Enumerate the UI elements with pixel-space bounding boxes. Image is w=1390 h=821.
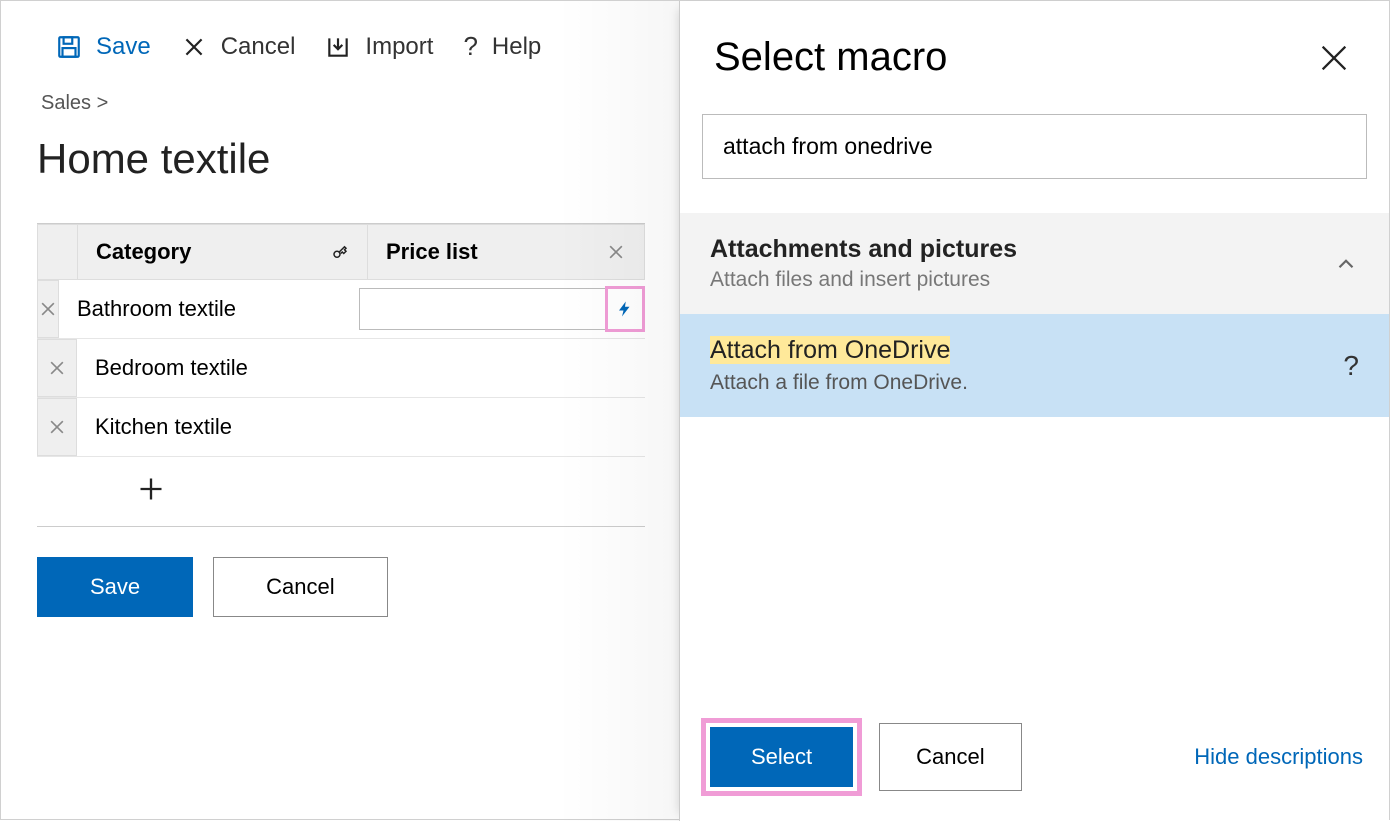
- help-label: Help: [492, 33, 541, 61]
- breadcrumb-parent: Sales: [41, 92, 91, 114]
- delete-row-button[interactable]: [37, 398, 77, 456]
- group-title: Attachments and pictures: [710, 235, 1017, 264]
- macro-item-title: Attach from OneDrive: [710, 336, 968, 365]
- close-icon: [181, 34, 207, 60]
- category-grid: Category Price list Bathroom textile: [37, 224, 645, 526]
- macro-help-icon[interactable]: ?: [1343, 350, 1359, 382]
- main-area: Save Cancel Import ? Help Sales > Home t…: [1, 1, 681, 821]
- group-description: Attach files and insert pictures: [710, 268, 1017, 292]
- close-icon: [47, 358, 67, 378]
- cancel-label: Cancel: [221, 33, 296, 61]
- chevron-up-icon: [1333, 251, 1359, 277]
- help-icon: ?: [463, 31, 477, 62]
- add-row: [37, 457, 645, 526]
- hide-descriptions-link[interactable]: Hide descriptions: [1194, 744, 1363, 770]
- column-price-label: Price list: [386, 239, 478, 265]
- price-field: [359, 288, 643, 330]
- close-panel-button[interactable]: [1317, 41, 1351, 75]
- cancel-secondary-button[interactable]: Cancel: [213, 557, 387, 617]
- toolbar: Save Cancel Import ? Help: [1, 11, 681, 92]
- panel-footer: Select Cancel Hide descriptions: [680, 697, 1389, 821]
- delete-row-button[interactable]: [37, 339, 77, 397]
- delete-row-button[interactable]: [37, 280, 59, 338]
- save-label: Save: [96, 33, 151, 61]
- panel-header: Select macro: [680, 1, 1389, 104]
- save-button[interactable]: Save: [56, 33, 151, 61]
- grid-header: Category Price list: [37, 224, 645, 280]
- macro-group-header[interactable]: Attachments and pictures Attach files an…: [680, 213, 1389, 314]
- save-primary-button[interactable]: Save: [37, 557, 193, 617]
- lightning-icon: [616, 298, 634, 320]
- select-button[interactable]: Select: [710, 727, 853, 787]
- price-input[interactable]: [360, 289, 608, 329]
- select-macro-panel: Select macro Attachments and pictures At…: [679, 1, 1389, 821]
- category-cell[interactable]: Bathroom textile: [59, 282, 349, 336]
- help-button[interactable]: ? Help: [463, 31, 541, 62]
- button-row: Save Cancel: [1, 527, 681, 647]
- column-price-list[interactable]: Price list: [368, 225, 644, 279]
- macro-bolt-button[interactable]: [608, 289, 642, 329]
- category-cell[interactable]: Kitchen textile: [77, 400, 367, 454]
- table-row: Bathroom textile: [37, 280, 645, 339]
- import-button[interactable]: Import: [325, 33, 433, 61]
- search-box: [702, 114, 1367, 179]
- macro-item-attach-onedrive[interactable]: Attach from OneDrive Attach a file from …: [680, 314, 1389, 417]
- plus-icon[interactable]: [137, 475, 165, 503]
- close-icon: [38, 299, 58, 319]
- macro-search-input[interactable]: [702, 114, 1367, 179]
- panel-title: Select macro: [714, 35, 947, 80]
- column-category-label: Category: [96, 239, 191, 265]
- cancel-button[interactable]: Cancel: [181, 33, 296, 61]
- clear-column-icon[interactable]: [606, 242, 626, 262]
- import-icon: [325, 34, 351, 60]
- page-title: Home textile: [1, 135, 681, 183]
- panel-cancel-button[interactable]: Cancel: [879, 723, 1021, 791]
- import-label: Import: [365, 33, 433, 61]
- category-cell[interactable]: Bedroom textile: [77, 341, 367, 395]
- breadcrumb-separator: >: [97, 92, 109, 114]
- table-row: Bedroom textile: [37, 339, 645, 398]
- macro-item-description: Attach a file from OneDrive.: [710, 371, 968, 395]
- breadcrumb[interactable]: Sales >: [1, 92, 681, 115]
- column-category[interactable]: Category: [78, 225, 368, 279]
- table-row: Kitchen textile: [37, 398, 645, 457]
- close-icon: [47, 417, 67, 437]
- save-icon: [56, 34, 82, 60]
- key-icon: [331, 243, 349, 261]
- header-blank-cell: [38, 225, 78, 279]
